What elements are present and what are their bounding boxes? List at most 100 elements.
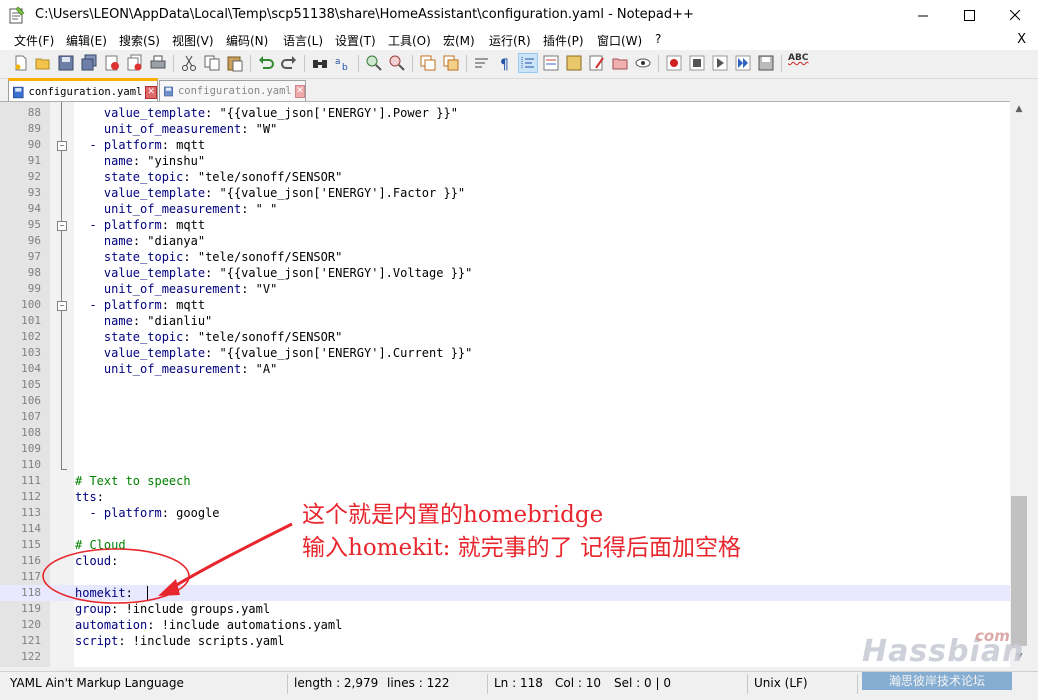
code-line[interactable]: 110 [0, 457, 1010, 473]
menu-edit[interactable]: 编辑(E) [66, 32, 107, 49]
scroll-up-icon[interactable]: ▲ [1010, 101, 1028, 118]
menu-help[interactable]: ? [655, 32, 661, 46]
replace-icon[interactable]: ab [334, 54, 352, 72]
line-number: 121 [21, 634, 41, 647]
macro-play-icon[interactable] [711, 54, 729, 72]
code-editor[interactable]: 88 value_template: "{{value_json['ENERGY… [0, 101, 1010, 667]
menu-tools[interactable]: 工具(O) [388, 32, 431, 49]
code-line[interactable]: 103 value_template: "{{value_json['ENERG… [0, 345, 1010, 361]
code-line[interactable]: 88 value_template: "{{value_json['ENERGY… [0, 105, 1010, 121]
menu-file[interactable]: 文件(F) [14, 32, 54, 49]
minimize-button[interactable] [900, 0, 946, 30]
yaml-key: tts [75, 490, 97, 504]
redo-icon[interactable] [280, 54, 298, 72]
udl-icon[interactable] [542, 54, 560, 72]
open-file-icon[interactable] [34, 54, 52, 72]
print-icon[interactable] [149, 54, 167, 72]
code-line[interactable]: 106 [0, 393, 1010, 409]
code-line[interactable]: 100 - platform: mqtt [0, 297, 1010, 313]
code-line[interactable]: 107 [0, 409, 1010, 425]
fold-toggle-icon[interactable]: − [57, 221, 67, 231]
zoom-in-icon[interactable] [365, 54, 383, 72]
code-line[interactable]: 92 state_topic: "tele/sonoff/SENSOR" [0, 169, 1010, 185]
fold-toggle-icon[interactable]: − [57, 141, 67, 151]
code-line[interactable]: 98 value_template: "{{value_json['ENERGY… [0, 265, 1010, 281]
sync-horizontal-icon[interactable] [442, 54, 460, 72]
tab-configuration-yaml-active[interactable]: configuration.yaml ✕ [8, 78, 158, 103]
code-line[interactable]: 95 - platform: mqtt [0, 217, 1010, 233]
code-line[interactable]: 119 group: !include groups.yaml [0, 601, 1010, 617]
undo-icon[interactable] [257, 54, 275, 72]
code-line[interactable]: 121 script: !include scripts.yaml [0, 633, 1010, 649]
indent-guide-icon[interactable] [518, 53, 538, 73]
paste-icon[interactable] [226, 54, 244, 72]
macro-save-icon[interactable] [757, 54, 775, 72]
find-icon[interactable] [311, 54, 329, 72]
close-document-button[interactable]: X [1017, 32, 1026, 47]
menu-run[interactable]: 运行(R) [489, 32, 531, 49]
code-line[interactable]: 101 name: "dianliu" [0, 313, 1010, 329]
code-line[interactable]: 120 automation: !include automations.yaml [0, 617, 1010, 633]
svg-text:a: a [335, 57, 341, 67]
code-line[interactable]: 93 value_template: "{{value_json['ENERGY… [0, 185, 1010, 201]
code-line[interactable]: 94 unit_of_measurement: " " [0, 201, 1010, 217]
menu-plugins[interactable]: 插件(P) [543, 32, 584, 49]
fold-toggle-icon[interactable]: − [57, 301, 67, 311]
copy-icon[interactable] [203, 54, 221, 72]
macro-run-multiple-icon[interactable] [734, 54, 752, 72]
menu-encoding[interactable]: 编码(N) [226, 32, 268, 49]
code-line[interactable]: 96 name: "dianya" [0, 233, 1010, 249]
word-wrap-icon[interactable] [473, 54, 491, 72]
folder-workspace-icon[interactable] [611, 54, 629, 72]
title-bar: C:\Users\LEON\AppData\Local\Temp\scp5113… [0, 0, 1038, 30]
save-icon[interactable] [57, 54, 75, 72]
cut-icon[interactable] [180, 54, 198, 72]
line-number: 109 [21, 442, 41, 455]
code-line[interactable]: 99 unit_of_measurement: "V" [0, 281, 1010, 297]
code-line[interactable]: 102 state_topic: "tele/sonoff/SENSOR" [0, 329, 1010, 345]
code-line[interactable]: 118 homekit: [0, 585, 1010, 601]
new-file-icon[interactable] [12, 54, 30, 72]
sync-vertical-icon[interactable] [419, 54, 437, 72]
code-line[interactable]: 105 [0, 377, 1010, 393]
save-all-icon[interactable] [80, 54, 98, 72]
close-window-button[interactable] [992, 0, 1038, 30]
code-line[interactable]: 89 unit_of_measurement: "W" [0, 121, 1010, 137]
code-line[interactable]: 111 # Text to speech [0, 473, 1010, 489]
macro-stop-icon[interactable] [688, 54, 706, 72]
code-line[interactable]: 108 [0, 425, 1010, 441]
scrollbar-thumb[interactable] [1011, 496, 1027, 646]
macro-record-icon[interactable] [665, 54, 683, 72]
menu-window[interactable]: 窗口(W) [597, 32, 642, 49]
menu-view[interactable]: 视图(V) [172, 32, 214, 49]
function-list-icon[interactable] [588, 54, 606, 72]
code-line[interactable]: 122 [0, 649, 1010, 665]
code-line[interactable]: 97 state_topic: "tele/sonoff/SENSOR" [0, 249, 1010, 265]
close-all-icon[interactable] [126, 54, 144, 72]
code-line[interactable]: 91 name: "yinshu" [0, 153, 1010, 169]
close-file-icon[interactable] [103, 54, 121, 72]
code-line[interactable]: 117 [0, 569, 1010, 585]
spellcheck-icon[interactable]: ABC [788, 53, 808, 71]
show-all-chars-icon[interactable]: ¶ [496, 54, 514, 72]
zoom-out-icon[interactable] [388, 54, 406, 72]
menu-bar: 文件(F) 编辑(E) 搜索(S) 视图(V) 编码(N) 语言(L) 设置(T… [0, 30, 1038, 50]
code-line[interactable]: 104 unit_of_measurement: "A" [0, 361, 1010, 377]
code-line[interactable]: 90 - platform: mqtt [0, 137, 1010, 153]
yaml-value: : "{{value_json['ENERGY'].Factor }}" [205, 186, 466, 200]
yaml-value: : "yinshu" [132, 154, 206, 168]
tab-close-icon[interactable]: ✕ [145, 85, 157, 99]
doc-map-icon[interactable] [565, 54, 583, 72]
menu-settings[interactable]: 设置(T) [335, 32, 376, 49]
tab-configuration-yaml[interactable]: configuration.yaml ✕ [159, 80, 306, 101]
tab-close-icon[interactable]: ✕ [294, 84, 305, 98]
menu-search[interactable]: 搜索(S) [119, 32, 160, 49]
monitoring-icon[interactable] [634, 54, 652, 72]
menu-language[interactable]: 语言(L) [283, 32, 323, 49]
line-number: 89 [27, 122, 41, 135]
code-line[interactable]: 109 [0, 441, 1010, 457]
maximize-button[interactable] [946, 0, 992, 30]
vertical-scrollbar[interactable]: ▲ ▼ [1010, 101, 1028, 666]
menu-macro[interactable]: 宏(M) [443, 32, 475, 49]
